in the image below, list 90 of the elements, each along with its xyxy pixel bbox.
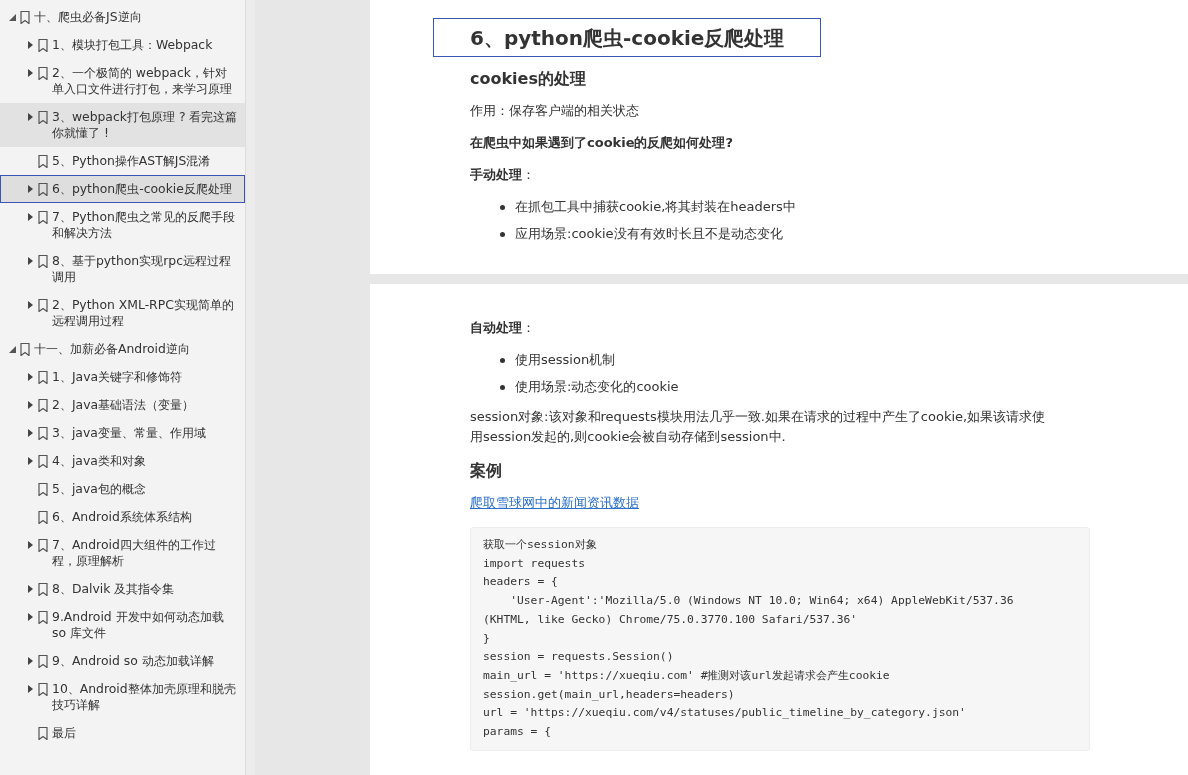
article-link[interactable]: 爬取雪球网中的新闻资讯数据 [470,495,639,510]
expand-icon[interactable] [27,301,33,309]
bookmark-icon [38,255,48,268]
outline-item[interactable]: 10、Android整体加壳原理和脱壳技巧详解 [0,675,245,719]
outline-item[interactable]: 7、Android四大组件的工作过程，原理解析 [0,531,245,575]
code-line: } [483,630,491,647]
paragraph: 手动处理： [470,166,536,184]
code-line: params = { [483,724,552,741]
bookmark-icon [38,183,48,196]
bookmark-icon [38,611,48,624]
code-line: 'User-Agent':'Mozilla/5.0 (Windows NT 10.0; Win64; x64) AppleWebKit/537.36 [509,593,1015,610]
section-heading: cookies的处理 [470,68,587,90]
bookmark-icon [38,371,48,384]
bookmark-icon [38,583,48,596]
list-item: 使用session机制 [515,351,616,369]
code-line: session = requests.Session() [483,649,675,666]
code-line: session.get(main_url,headers=headers) [483,686,736,703]
outline-item[interactable]: 2、一个极简的 webpack，针对单入口文件进行打包，来学习原理 [0,59,245,103]
bookmark-icon [38,399,48,412]
outline-item[interactable]: 5、Python操作AST解JS混淆 [0,147,245,175]
expand-icon[interactable] [27,213,33,221]
bookmark-icon [38,511,48,524]
outline-item[interactable]: 9.Android 开发中如何动态加载 so 库文件 [0,603,245,647]
bookmark-icon [38,483,48,496]
collapse-icon[interactable] [8,345,16,353]
list-item: 应用场景:cookie没有有效时长且不是动态变化 [515,225,783,243]
bookmark-icon [20,343,30,356]
expand-icon[interactable] [27,401,33,409]
paragraph: 在爬虫中如果遇到了cookie的反爬如何处理? [470,134,735,152]
bookmark-icon [38,655,48,668]
outline-item[interactable]: 1、模块打包工具：Webpack [0,31,245,59]
outline-item[interactable]: 1、Java关键字和修饰符 [0,363,245,391]
outline-item[interactable]: 7、Python爬虫之常见的反爬手段和解决方法 [0,203,245,247]
expand-icon[interactable] [27,457,33,465]
bookmark-icon [38,155,48,168]
expand-icon[interactable] [27,585,33,593]
outline-item[interactable]: 8、基于python实现rpc远程过程调用 [0,247,245,291]
bookmark-icon [20,11,30,24]
expand-icon[interactable] [27,113,33,121]
section-heading: 案例 [470,460,503,482]
expand-icon[interactable] [27,685,33,693]
bookmark-icon [38,39,48,52]
outline-item[interactable]: 8、Dalvik 及其指令集 [0,575,245,603]
outline-item[interactable]: 十一、加薪必备Android逆向 [0,335,245,363]
bookmark-icon [38,67,48,80]
expand-icon[interactable] [27,613,33,621]
bullet-icon [500,384,505,390]
code-line: (KHTML, like Gecko) Chrome/75.0.3770.100 Safari/537.36' [483,611,859,628]
bookmark-icon [38,727,48,740]
bookmark-icon [38,455,48,468]
collapse-icon[interactable] [8,13,16,21]
outline-item[interactable]: 9、Android so 动态加载详解 [0,647,245,675]
outline-item[interactable]: 6、python爬虫-cookie反爬处理 [0,175,245,203]
expand-icon[interactable] [27,657,33,665]
bookmark-icon [38,211,48,224]
outline-item[interactable]: 3、java变量、常量、作用域 [0,419,245,447]
expand-icon[interactable] [27,541,33,549]
expand-icon[interactable] [27,257,33,265]
outline-item[interactable]: 十、爬虫必备JS逆向 [0,3,245,31]
outline-item[interactable]: 6、Android系统体系结构 [0,503,245,531]
bookmark-icon [38,111,48,124]
outline-item[interactable]: 4、java类和对象 [0,447,245,475]
outline-item[interactable]: 5、java包的概念 [0,475,245,503]
outline-item[interactable]: 2、Python XML-RPC实现简单的远程调用过程 [0,291,245,335]
expand-icon[interactable] [27,41,33,49]
bullet-icon [500,231,505,237]
paragraph: 自动处理： [470,319,536,337]
code-line: url = 'https://xueqiu.com/v4/statuses/public_timeline_by_category.json' [483,705,967,722]
bookmark-icon [38,299,48,312]
bookmark-icon [38,683,48,696]
bookmark-icon [38,539,48,552]
page-title: 6、python爬虫-cookie反爬处理 [433,18,822,57]
code-line: main_url = 'https://xueqiu.com' #推测对该url发起请求会产生cookie [483,667,891,684]
bookmark-icon [38,427,48,440]
paragraph: 作用：保存客户端的相关状态 [470,102,640,120]
outline-item[interactable]: 最后 [0,719,245,747]
list-item: 在抓包工具中捕获cookie,将其封装在headers中 [515,198,796,216]
code-line: headers = { [483,574,559,591]
outline-item[interactable]: 2、Java基础语法（变量） [0,391,245,419]
code-line: import requests [483,555,587,572]
expand-icon[interactable] [27,429,33,437]
bullet-icon [500,204,505,210]
expand-icon[interactable] [27,69,33,77]
list-item: 使用场景:动态变化的cookie [515,378,679,396]
bullet-icon [500,357,505,363]
expand-icon[interactable] [27,373,33,381]
expand-icon[interactable] [27,185,33,193]
code-line: 获取一个session对象 [483,537,598,553]
outline-item[interactable]: 3、webpack打包原理 ? 看完这篇你就懂了 ! [0,103,245,147]
paragraph: session对象:该对象和requests模块用法几乎一致.如果在请求的过程中产生了cookie,如果该请求使用session发起的,则cookie会被自动存储到session中. [470,408,1047,446]
